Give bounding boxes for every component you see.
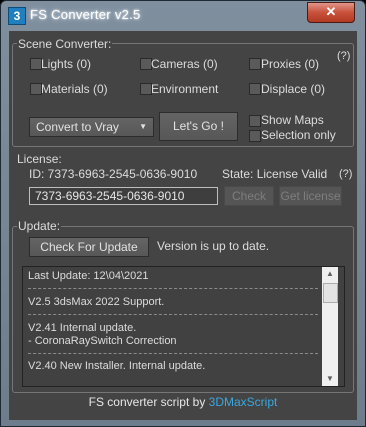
log-separator	[28, 353, 318, 354]
scroll-up-arrow-icon[interactable]: ▲	[322, 267, 338, 281]
update-log-list[interactable]: Last Update: 12\04\2021 V2.5 3dsMax 2022…	[22, 266, 345, 387]
update-label: Update:	[17, 219, 62, 233]
log-scrollbar[interactable]: ▲ ▼	[322, 267, 338, 386]
log-separator	[28, 314, 318, 315]
selection-only-checkbox[interactable]	[249, 130, 261, 142]
close-icon: ✕	[325, 4, 337, 19]
displace-label: Displace (0)	[261, 82, 326, 96]
log-line: - CoronaRaySwitch Correction	[28, 335, 177, 347]
log-line: V2.5 3dsMax 2022 Support.	[28, 296, 165, 308]
cameras-label: Cameras (0)	[151, 57, 218, 71]
show-maps-label: Show Maps	[261, 113, 324, 127]
close-button[interactable]: ✕	[307, 2, 355, 23]
get-license-button[interactable]: Get license	[279, 186, 342, 206]
footer-prefix: FS converter script by	[88, 395, 209, 409]
license-help[interactable]: (?)	[339, 168, 352, 180]
materials-label: Materials (0)	[41, 82, 108, 96]
show-maps-checkbox[interactable]	[249, 115, 261, 127]
scroll-down-arrow-icon[interactable]: ▼	[322, 372, 338, 386]
convert-dropdown[interactable]: Convert to Vray ▼	[29, 117, 154, 137]
log-line: Last Update: 12\04\2021	[28, 270, 149, 282]
dropdown-arrow-icon: ▼	[139, 122, 147, 131]
log-separator	[28, 288, 318, 289]
log-line: V2.40 New Installer. Internal update.	[28, 360, 206, 372]
footer-credit: FS converter script by 3DMaxScript	[9, 395, 357, 409]
displace-checkbox[interactable]	[249, 83, 261, 95]
lets-go-button[interactable]: Let's Go !	[159, 112, 238, 141]
license-key-field[interactable]: 7373-6963-2545-0636-9010	[29, 187, 218, 205]
footer-link[interactable]: 3DMaxScript	[209, 395, 278, 409]
proxies-label: Proxies (0)	[261, 57, 320, 71]
license-state: State: License Valid	[222, 167, 328, 181]
scene-converter-label: Scene Converter:	[17, 37, 113, 51]
environment-label: Environment	[151, 82, 219, 96]
window-title: FS Converter v2.5	[30, 7, 141, 22]
client-area: Scene Converter: (?) Lights (0) Cameras …	[9, 31, 357, 420]
lights-label: Lights (0)	[41, 57, 92, 71]
scroll-thumb[interactable]	[323, 283, 338, 303]
log-line: V2.41 Internal update.	[28, 322, 137, 334]
title-bar[interactable]: 3 FS Converter v2.5 ✕	[1, 1, 365, 31]
selection-only-label: Selection only	[261, 128, 336, 142]
convert-dropdown-value: Convert to Vray	[36, 120, 119, 134]
app-icon: 3	[8, 7, 26, 25]
proxies-checkbox[interactable]	[249, 58, 261, 70]
converter-window: 3 FS Converter v2.5 ✕ Scene Converter: (…	[0, 0, 366, 427]
update-status: Version is up to date.	[157, 239, 270, 253]
check-for-update-button[interactable]: Check For Update	[29, 237, 149, 257]
check-license-button[interactable]: Check	[224, 186, 274, 206]
license-id: ID: 7373-6963-2545-0636-9010	[29, 167, 198, 181]
scene-converter-help[interactable]: (?)	[337, 50, 350, 62]
license-label: License:	[17, 152, 62, 166]
